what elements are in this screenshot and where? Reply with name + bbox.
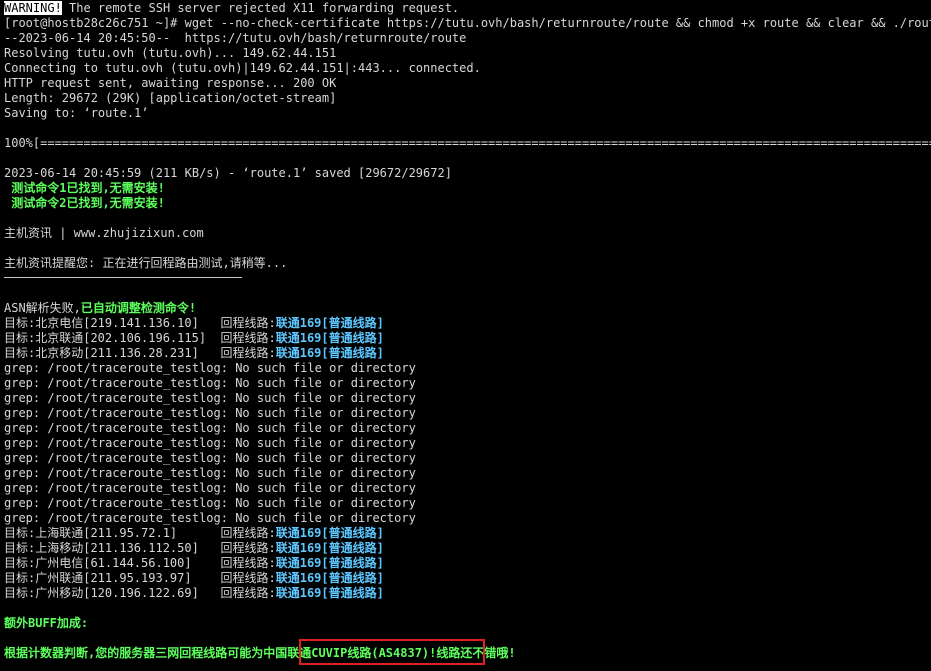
wget-output-line: Connecting to tutu.ovh (tutu.ovh)|149.62… [4, 61, 481, 75]
grep-error-line: grep: /root/traceroute_testlog: No such … [4, 391, 416, 405]
route-result: 联通169[普通线路] [275, 541, 384, 555]
wget-output-line: HTTP request sent, awaiting response... … [4, 76, 337, 90]
route-label: 回程线路: [220, 316, 276, 330]
check-command-line: 测试命令2已找到,无需安装! [4, 196, 165, 210]
route-result-row: 目标:北京电信[219.141.136.10] 回程线路:联通169[普通线路] [4, 316, 384, 331]
route-result: 联通169[普通线路] [275, 316, 384, 330]
grep-error-line: grep: /root/traceroute_testlog: No such … [4, 496, 416, 510]
route-result: 联通169[普通线路] [275, 526, 384, 540]
route-result: 联通169[普通线路] [275, 571, 384, 585]
grep-error-line: grep: /root/traceroute_testlog: No such … [4, 406, 416, 420]
site-info-line: 主机资讯 | www.zhujizixun.com [4, 226, 204, 240]
route-target: 目标:北京移动[211.136.28.231] [4, 346, 221, 360]
shell-command: wget --no-check-certificate https://tutu… [184, 16, 931, 30]
asn-fail-suffix: 已自动调整检测命令! [80, 301, 197, 315]
asn-fail-prefix: ASN解析失败, [4, 301, 81, 315]
route-target: 目标:上海移动[211.136.112.50] [4, 541, 221, 555]
route-result: 联通169[普通线路] [275, 346, 384, 360]
verdict-prefix: 根据计数器判断,您的服务器三网回程线路可能为 [4, 646, 264, 660]
route-label: 回程线路: [220, 346, 276, 360]
grep-error-line: grep: /root/traceroute_testlog: No such … [4, 481, 416, 495]
command-line: [root@hostb28c26c751 ~]# wget --no-check… [4, 16, 931, 31]
route-result-row: 目标:上海联通[211.95.72.1] 回程线路:联通169[普通线路] [4, 526, 384, 541]
terminal-window[interactable]: WARNING! The remote SSH server rejected … [0, 0, 931, 671]
wget-output-line: Saving to: ‘route.1’ [4, 106, 149, 120]
route-result-row: 目标:广州联通[211.95.193.97] 回程线路:联通169[普通线路] [4, 571, 384, 586]
asn-fail-line: ASN解析失败,已自动调整检测命令! [4, 301, 196, 316]
route-result-row: 目标:广州移动[120.196.122.69] 回程线路:联通169[普通线路] [4, 586, 384, 601]
warning-line: WARNING! The remote SSH server rejected … [4, 1, 459, 16]
grep-error-line: grep: /root/traceroute_testlog: No such … [4, 511, 416, 525]
warning-text: The remote SSH server rejected X11 forwa… [61, 1, 460, 15]
route-target: 目标:上海联通[211.95.72.1] [4, 526, 221, 540]
wget-output-line: Resolving tutu.ovh (tutu.ovh)... 149.62.… [4, 46, 337, 60]
grep-error-line: grep: /root/traceroute_testlog: No such … [4, 436, 416, 450]
route-label: 回程线路: [220, 556, 276, 570]
wget-output-line: Length: 29672 (29K) [application/octet-s… [4, 91, 337, 105]
grep-error-line: grep: /root/traceroute_testlog: No such … [4, 421, 416, 435]
verdict-highlight-box [299, 639, 485, 665]
route-label: 回程线路: [220, 586, 276, 600]
route-target: 目标:广州移动[120.196.122.69] [4, 586, 221, 600]
buff-line: 额外BUFF加成: [4, 616, 89, 630]
route-label: 回程线路: [220, 571, 276, 585]
route-result-row: 目标:北京联通[202.106.196.115] 回程线路:联通169[普通线路… [4, 331, 384, 346]
route-target: 目标:广州联通[211.95.193.97] [4, 571, 221, 585]
route-result-row: 目标:上海移动[211.136.112.50] 回程线路:联通169[普通线路] [4, 541, 384, 556]
route-label: 回程线路: [220, 541, 276, 555]
grep-error-line: grep: /root/traceroute_testlog: No such … [4, 361, 416, 375]
grep-error-line: grep: /root/traceroute_testlog: No such … [4, 451, 416, 465]
route-result-row: 目标:广州电信[61.144.56.100] 回程线路:联通169[普通线路] [4, 556, 384, 571]
route-result: 联通169[普通线路] [275, 331, 384, 345]
grep-error-line: grep: /root/traceroute_testlog: No such … [4, 376, 416, 390]
divider [4, 277, 242, 278]
wget-output-line: --2023-06-14 20:45:50-- https://tutu.ovh… [4, 31, 467, 45]
route-label: 回程线路: [220, 526, 276, 540]
grep-error-line: grep: /root/traceroute_testlog: No such … [4, 466, 416, 480]
route-result: 联通169[普通线路] [275, 556, 384, 570]
shell-prompt: [root@hostb28c26c751 ~]# [4, 16, 185, 30]
route-result-row: 目标:北京移动[211.136.28.231] 回程线路:联通169[普通线路] [4, 346, 384, 361]
download-progress-bar: 100%[===================================… [4, 136, 931, 150]
warning-tag: WARNING! [4, 1, 62, 15]
route-label: 回程线路: [220, 331, 276, 345]
download-saved-line: 2023-06-14 20:45:59 (211 KB/s) - ‘route.… [4, 166, 452, 180]
check-command-line: 测试命令1已找到,无需安装! [4, 181, 165, 195]
route-target: 目标:北京电信[219.141.136.10] [4, 316, 221, 330]
route-target: 目标:广州电信[61.144.56.100] [4, 556, 221, 570]
route-target: 目标:北京联通[202.106.196.115] [4, 331, 221, 345]
testing-notice-line: 主机资讯提醒您: 正在进行回程路由测试,请稍等... [4, 256, 288, 270]
route-result: 联通169[普通线路] [275, 586, 384, 600]
